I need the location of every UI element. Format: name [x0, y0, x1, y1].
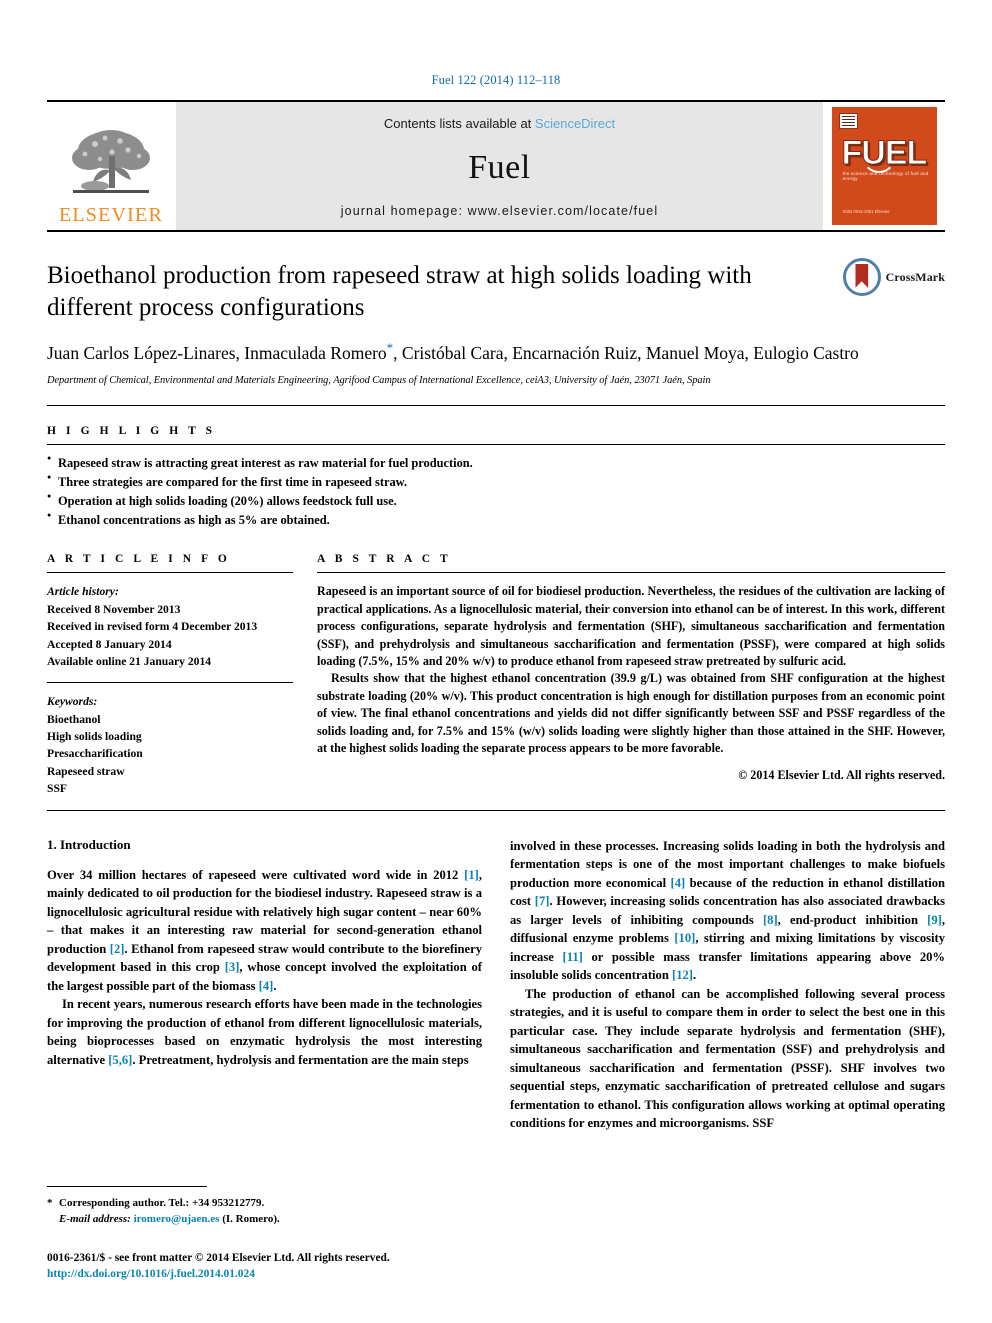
text-run: . [273, 978, 277, 993]
citation-ref[interactable]: [9] [927, 913, 942, 927]
history-item: Received in revised form 4 December 2013 [47, 620, 258, 634]
article-info-label: A R T I C L E I N F O [47, 553, 231, 566]
elsevier-wordmark: ELSEVIER [58, 204, 164, 226]
text-run: Over 34 million hectares of rapeseed wer… [47, 867, 465, 882]
abstract-copyright: © 2014 Elsevier Ltd. All rights reserved… [738, 768, 945, 783]
abstract-paragraph: Results show that the highest ethanol co… [317, 671, 945, 755]
citation-ref[interactable]: [8] [763, 913, 778, 927]
keywords-title: Keywords: [47, 695, 98, 709]
cover-publisher-badge-icon [838, 113, 858, 129]
body-columns: 1. Introduction Over 34 million hectares… [47, 837, 945, 1133]
text-run: . Pretreatment, hydrolysis and fermentat… [132, 1052, 469, 1067]
corresponding-author-text: Corresponding author. Tel.: +34 95321277… [59, 1196, 265, 1209]
body-column-right: involved in these processes. Increasing … [510, 837, 945, 1133]
citation-ref[interactable]: [10] [674, 931, 695, 945]
cover-image: FUEL the science and technology of fuel … [831, 107, 937, 225]
author-affiliation: Department of Chemical, Environmental an… [47, 375, 711, 387]
list-item: Three strategies are compared for the fi… [47, 472, 945, 492]
contents-available-line: Contents lists available at ScienceDirec… [384, 116, 615, 131]
email-owner: (I. Romero). [222, 1213, 280, 1226]
intro-paragraph-2: In recent years, numerous research effor… [47, 995, 482, 1069]
email-label: E-mail address: [59, 1213, 131, 1226]
highlights-label: H I G H L I G H T S [47, 425, 216, 438]
abstract-divider [317, 572, 945, 574]
article-page: Fuel 122 (2014) 112–118 ELSEVIER Content… [0, 0, 992, 1323]
title-block: CrossMark Bioethanol production from rap… [47, 232, 945, 386]
list-item: Operation at high solids loading (20%) a… [47, 491, 945, 511]
cover-subtitle: the science and technology of fuel and e… [842, 171, 929, 181]
corresponding-author-note: * Corresponding author. Tel.: +34 953212… [47, 1195, 482, 1228]
title-divider [47, 405, 945, 407]
journal-title: Fuel [468, 148, 531, 186]
intro-paragraph-3: involved in these processes. Increasing … [510, 837, 945, 985]
article-history: Article history: Received 8 November 201… [47, 583, 293, 670]
footnote-star-marker: * [47, 1196, 53, 1209]
journal-cover-thumbnail: FUEL the science and technology of fuel … [823, 102, 945, 230]
keywords-divider [47, 682, 293, 684]
crossmark-bookmark-shape [855, 264, 869, 288]
history-item: Accepted 8 January 2014 [47, 637, 172, 651]
abstract-paragraph: Rapeseed is an important source of oil f… [317, 584, 945, 668]
history-item: Received 8 November 2013 [47, 602, 181, 616]
keyword-item: Presaccharification [47, 747, 143, 761]
abstract-bottom-divider [47, 809, 945, 811]
page-footer: * Corresponding author. Tel.: +34 953212… [47, 1185, 482, 1283]
text-run: , end-product inhibition [777, 912, 928, 927]
highlights-divider [47, 444, 945, 446]
abstract-section: A B S T R A C T Rapeseed is an important… [317, 553, 945, 797]
info-abstract-row: A R T I C L E I N F O Article history: R… [47, 553, 945, 797]
citation-ref[interactable]: [5,6] [108, 1053, 132, 1067]
keywords-block: Keywords: Bioethanol High solids loading… [47, 693, 293, 797]
journal-homepage-link[interactable]: journal homepage: www.elsevier.com/locat… [341, 204, 658, 218]
highlights-section: H I G H L I G H T S Rapeseed straw is at… [47, 425, 945, 530]
crossmark-badge[interactable]: CrossMark [842, 258, 945, 296]
history-item: Available online 21 January 2014 [47, 654, 212, 668]
abstract-body: Rapeseed is an important source of oil f… [317, 583, 945, 757]
text-run: . [692, 968, 697, 983]
article-info-divider [47, 572, 293, 574]
keyword-item: High solids loading [47, 730, 142, 744]
citation-ref[interactable]: [12] [672, 968, 693, 982]
highlights-list: Rapeseed straw is attracting great inter… [47, 453, 945, 530]
article-history-title: Article history: [47, 585, 119, 599]
authors-secondary: , Cristóbal Cara, Encarnación Ruiz, Manu… [393, 342, 859, 363]
journal-masthead: ELSEVIER Contents lists available at Sci… [47, 100, 945, 232]
footnote-divider [47, 1185, 207, 1187]
contents-prefix: Contents lists available at [383, 116, 532, 131]
intro-paragraph-4: The production of ethanol can be accompl… [510, 986, 945, 1131]
section-heading-introduction: 1. Introduction [47, 836, 131, 852]
crossmark-label: CrossMark [885, 269, 945, 284]
doi-link[interactable]: http://dx.doi.org/10.1016/j.fuel.2014.01… [47, 1266, 482, 1283]
citation-ref[interactable]: [4] [671, 876, 686, 890]
keyword-item: SSF [47, 782, 67, 796]
body-column-left: 1. Introduction Over 34 million hectares… [47, 837, 482, 1133]
intro-paragraph-1: Over 34 million hectares of rapeseed wer… [47, 866, 482, 996]
page-title: Bioethanol production from rapeseed stra… [47, 262, 752, 321]
masthead-center: Contents lists available at ScienceDirec… [175, 102, 823, 230]
citation-ref[interactable]: [11] [563, 950, 583, 964]
elsevier-logo: ELSEVIER [47, 102, 175, 230]
issn-line: 0016-2361/$ - see front matter © 2014 El… [47, 1251, 390, 1264]
article-info-section: A R T I C L E I N F O Article history: R… [47, 553, 293, 797]
citation-ref[interactable]: [4] [259, 979, 274, 993]
keyword-item: Rapeseed straw [47, 764, 125, 778]
cover-footer-text: ISSN 0016-2361 Elsevier [842, 209, 890, 215]
citation-ref[interactable]: [7] [535, 894, 550, 908]
list-item: Rapeseed straw is attracting great inter… [47, 453, 945, 473]
citation-ref[interactable]: [1] [464, 868, 479, 882]
elsevier-tree-icon [72, 130, 150, 193]
citation-ref[interactable]: [2] [110, 942, 125, 956]
crossmark-icon [842, 258, 881, 296]
running-head: Fuel 122 (2014) 112–118 [431, 73, 561, 87]
email-link[interactable]: iromero@ujaen.es [134, 1213, 220, 1225]
abstract-label: A B S T R A C T [317, 553, 452, 566]
list-item: Ethanol concentrations as high as 5% are… [47, 510, 945, 530]
sciencedirect-link[interactable]: ScienceDirect [535, 116, 615, 131]
issn-copyright-block: 0016-2361/$ - see front matter © 2014 El… [47, 1250, 482, 1283]
keyword-item: Bioethanol [47, 712, 101, 726]
author-list: Juan Carlos López-Linares, Inmaculada Ro… [47, 339, 877, 365]
citation-ref[interactable]: [3] [225, 960, 240, 974]
authors-primary: Juan Carlos López-Linares, Inmaculada Ro… [47, 342, 387, 363]
